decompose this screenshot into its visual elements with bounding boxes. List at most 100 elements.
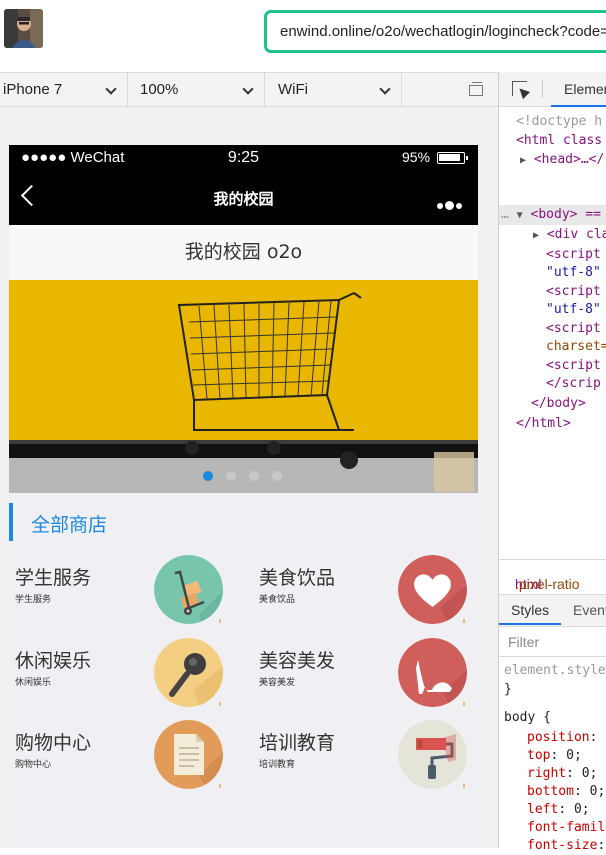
device-select[interactable]: iPhone 7: [0, 73, 128, 106]
status-bar: ●●●●● WeChat 9:25 95%: [9, 145, 478, 169]
css-selector: element.style: [504, 663, 606, 678]
dom-node: <body> ==: [530, 207, 601, 222]
device-select-value: iPhone 7: [3, 81, 63, 98]
breadcrumb[interactable]: html .pixel-ratio: [499, 559, 606, 595]
css-property[interactable]: bottom: 0;: [527, 783, 605, 801]
css-property[interactable]: left: 0;: [527, 801, 590, 819]
css-property[interactable]: font-size:: [527, 837, 605, 855]
css-property[interactable]: right: 0;: [527, 765, 597, 783]
category-name: 美食饮品: [259, 567, 336, 589]
expand-triangle-icon[interactable]: ▶: [520, 155, 526, 166]
dom-node-row[interactable]: ▶ <head>…</: [520, 151, 604, 170]
category-item[interactable]: 休闲娱乐 休闲娱乐: [9, 638, 243, 718]
dom-tree: <!doctype h <html class ▶ <head>…</ … ▼ …: [499, 107, 606, 559]
dom-attr-value: "utf-8": [546, 265, 601, 280]
css-brace: }: [504, 682, 512, 697]
ellipsis-icon: …: [501, 207, 509, 222]
nav-title: 我的校园: [213, 190, 274, 208]
dom-attr-value: "utf-8": [546, 302, 601, 317]
inspect-element-icon[interactable]: [512, 81, 527, 96]
category-name: 学生服务: [15, 567, 92, 589]
zoom-select-value: 100%: [140, 81, 179, 98]
network-select-value: WiFi: [278, 81, 308, 98]
rotate-icon[interactable]: [469, 82, 483, 96]
phone-screen: ●●●●● WeChat 9:25 95% 我的校园 我的校园 o2o 全部商店…: [9, 145, 478, 848]
css-property-name: right: [527, 766, 567, 781]
css-property-name: left: [527, 802, 559, 817]
active-tab-underline: [499, 623, 561, 625]
url-text: enwind.online/o2o/wechatlogin/logincheck…: [280, 23, 606, 40]
tab-styles[interactable]: Styles: [511, 602, 549, 618]
css-property[interactable]: top: 0;: [527, 747, 582, 765]
category-item[interactable]: 美容美发 美容美发: [253, 638, 478, 718]
dom-attr: charset=: [546, 339, 606, 354]
expand-triangle-icon[interactable]: ▶: [533, 230, 539, 241]
css-property-value: : 0;: [573, 784, 606, 799]
corner-mark: [463, 619, 465, 623]
carousel-dot[interactable]: [249, 471, 259, 481]
corner-mark: [463, 784, 465, 788]
dom-node: <head>…</: [533, 152, 605, 167]
corner-mark: [219, 702, 221, 706]
more-icon[interactable]: [437, 195, 464, 214]
category-name: 美容美发: [259, 650, 336, 672]
microphone-icon: [154, 638, 223, 707]
css-selector: body {: [504, 710, 551, 725]
category-item[interactable]: 美食饮品 美食饮品: [253, 555, 478, 635]
dom-node-row[interactable]: ▶ <div cla: [533, 226, 606, 245]
url-bar[interactable]: enwind.online/o2o/wechatlogin/logincheck…: [264, 10, 606, 53]
section-accent-bar: [9, 503, 13, 541]
carousel-dot[interactable]: [203, 471, 213, 481]
dom-node: </html>: [516, 416, 571, 431]
css-property-value: : ab: [589, 730, 606, 745]
dom-node[interactable]: <script: [546, 246, 601, 264]
category-subtitle: 美食饮品: [259, 595, 296, 605]
section-title: 全部商店: [31, 514, 108, 536]
category-subtitle: 学生服务: [15, 595, 52, 605]
corner-mark: [219, 784, 221, 788]
heart-icon: [398, 555, 467, 624]
styles-filter-input[interactable]: Filter: [499, 627, 606, 657]
browser-top-bar: enwind.online/o2o/wechatlogin/logincheck…: [0, 0, 606, 72]
banner-carousel[interactable]: [9, 280, 478, 493]
category-name: 休闲娱乐: [15, 650, 92, 672]
category-item[interactable]: 学生服务 学生服务: [9, 555, 243, 635]
tab-event-listeners[interactable]: Event: [573, 602, 606, 618]
dom-node[interactable]: <script: [546, 357, 601, 375]
dom-node[interactable]: <!doctype h: [516, 113, 602, 131]
devtools-tabbar: Elements: [499, 72, 606, 107]
category-subtitle: 美容美发: [259, 678, 296, 688]
css-property-name: top: [527, 748, 551, 763]
styles-tabbar: Styles Event: [499, 595, 606, 627]
carousel-dot[interactable]: [226, 471, 236, 481]
dom-node: <div cla: [546, 227, 606, 242]
tab-elements[interactable]: Elements: [551, 81, 606, 107]
chevron-down-icon: [242, 83, 254, 95]
dom-node-row[interactable]: … ▼ <body> ==: [501, 206, 601, 225]
category-item[interactable]: 购物中心 购物中心: [9, 720, 243, 800]
section-header: 全部商店: [9, 503, 478, 541]
css-property-value: :: [597, 838, 606, 853]
high-heel-icon: [398, 638, 467, 707]
chevron-down-icon: [105, 83, 117, 95]
carousel-dot[interactable]: [272, 471, 282, 481]
css-property-name: font-size: [527, 838, 598, 853]
collapse-triangle-icon[interactable]: ▼: [517, 210, 523, 221]
wechat-nav-bar: 我的校园: [9, 169, 478, 225]
css-property-name: position: [527, 730, 590, 745]
paint-roller-icon: [398, 720, 467, 789]
document-icon: [154, 720, 223, 789]
css-property-name: bottom: [527, 784, 574, 799]
zoom-select[interactable]: 100%: [128, 73, 265, 106]
category-subtitle: 培训教育: [259, 760, 296, 770]
dom-node[interactable]: <script: [546, 320, 601, 338]
dom-node[interactable]: <html class: [516, 132, 602, 150]
category-item[interactable]: 培训教育 培训教育: [253, 720, 478, 800]
network-select[interactable]: WiFi: [265, 73, 402, 106]
corner-mark: [463, 702, 465, 706]
css-property[interactable]: font-famil: [527, 819, 605, 837]
dom-node[interactable]: <script: [546, 283, 601, 301]
avatar[interactable]: [4, 9, 43, 48]
css-property[interactable]: position: ab: [527, 729, 606, 747]
page-title: 我的校园 o2o: [9, 225, 478, 280]
